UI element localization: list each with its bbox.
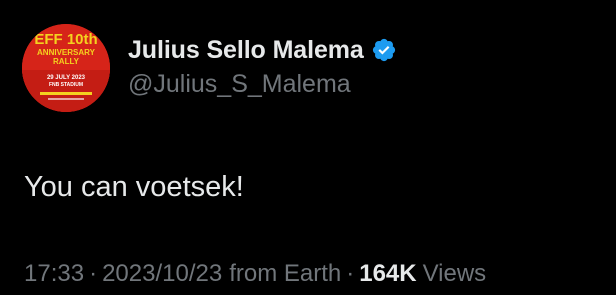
- views-label: Views: [422, 260, 487, 287]
- avatar-text-line: RALLY: [53, 57, 80, 66]
- display-name[interactable]: Julius Sello Malema: [128, 36, 364, 65]
- tweet-text: You can voetsek!: [24, 171, 244, 203]
- avatar-text-line: EFF 10th: [34, 31, 97, 48]
- avatar-text-line: 29 JULY 2023: [47, 75, 86, 81]
- verified-badge-icon[interactable]: [371, 37, 397, 63]
- avatar-image: EFF 10th ANNIVERSARY RALLY 29 JULY 2023 …: [22, 24, 110, 112]
- user-handle[interactable]: @Julius_S_Malema: [128, 70, 397, 99]
- tweet-source: from Earth: [229, 260, 342, 287]
- meta-separator: ·: [89, 260, 98, 287]
- tweet: EFF 10th ANNIVERSARY RALLY 29 JULY 2023 …: [0, 0, 616, 295]
- meta-separator: ·: [346, 260, 355, 287]
- name-row: Julius Sello Malema: [128, 34, 397, 66]
- author-block: Julius Sello Malema @Julius_S_Malema: [128, 34, 397, 99]
- tweet-date[interactable]: 2023/10/23: [102, 260, 222, 288]
- views-count[interactable]: 164K: [359, 260, 416, 288]
- avatar-text-line: ANNIVERSARY: [37, 48, 96, 57]
- tweet-time[interactable]: 17:33: [24, 260, 84, 288]
- avatar-text-line: FNB STADIUM: [49, 82, 83, 88]
- avatar[interactable]: EFF 10th ANNIVERSARY RALLY 29 JULY 2023 …: [22, 24, 110, 112]
- tweet-meta: 17:33 · 2023/10/23 from Earth · 164K Vie…: [24, 260, 486, 288]
